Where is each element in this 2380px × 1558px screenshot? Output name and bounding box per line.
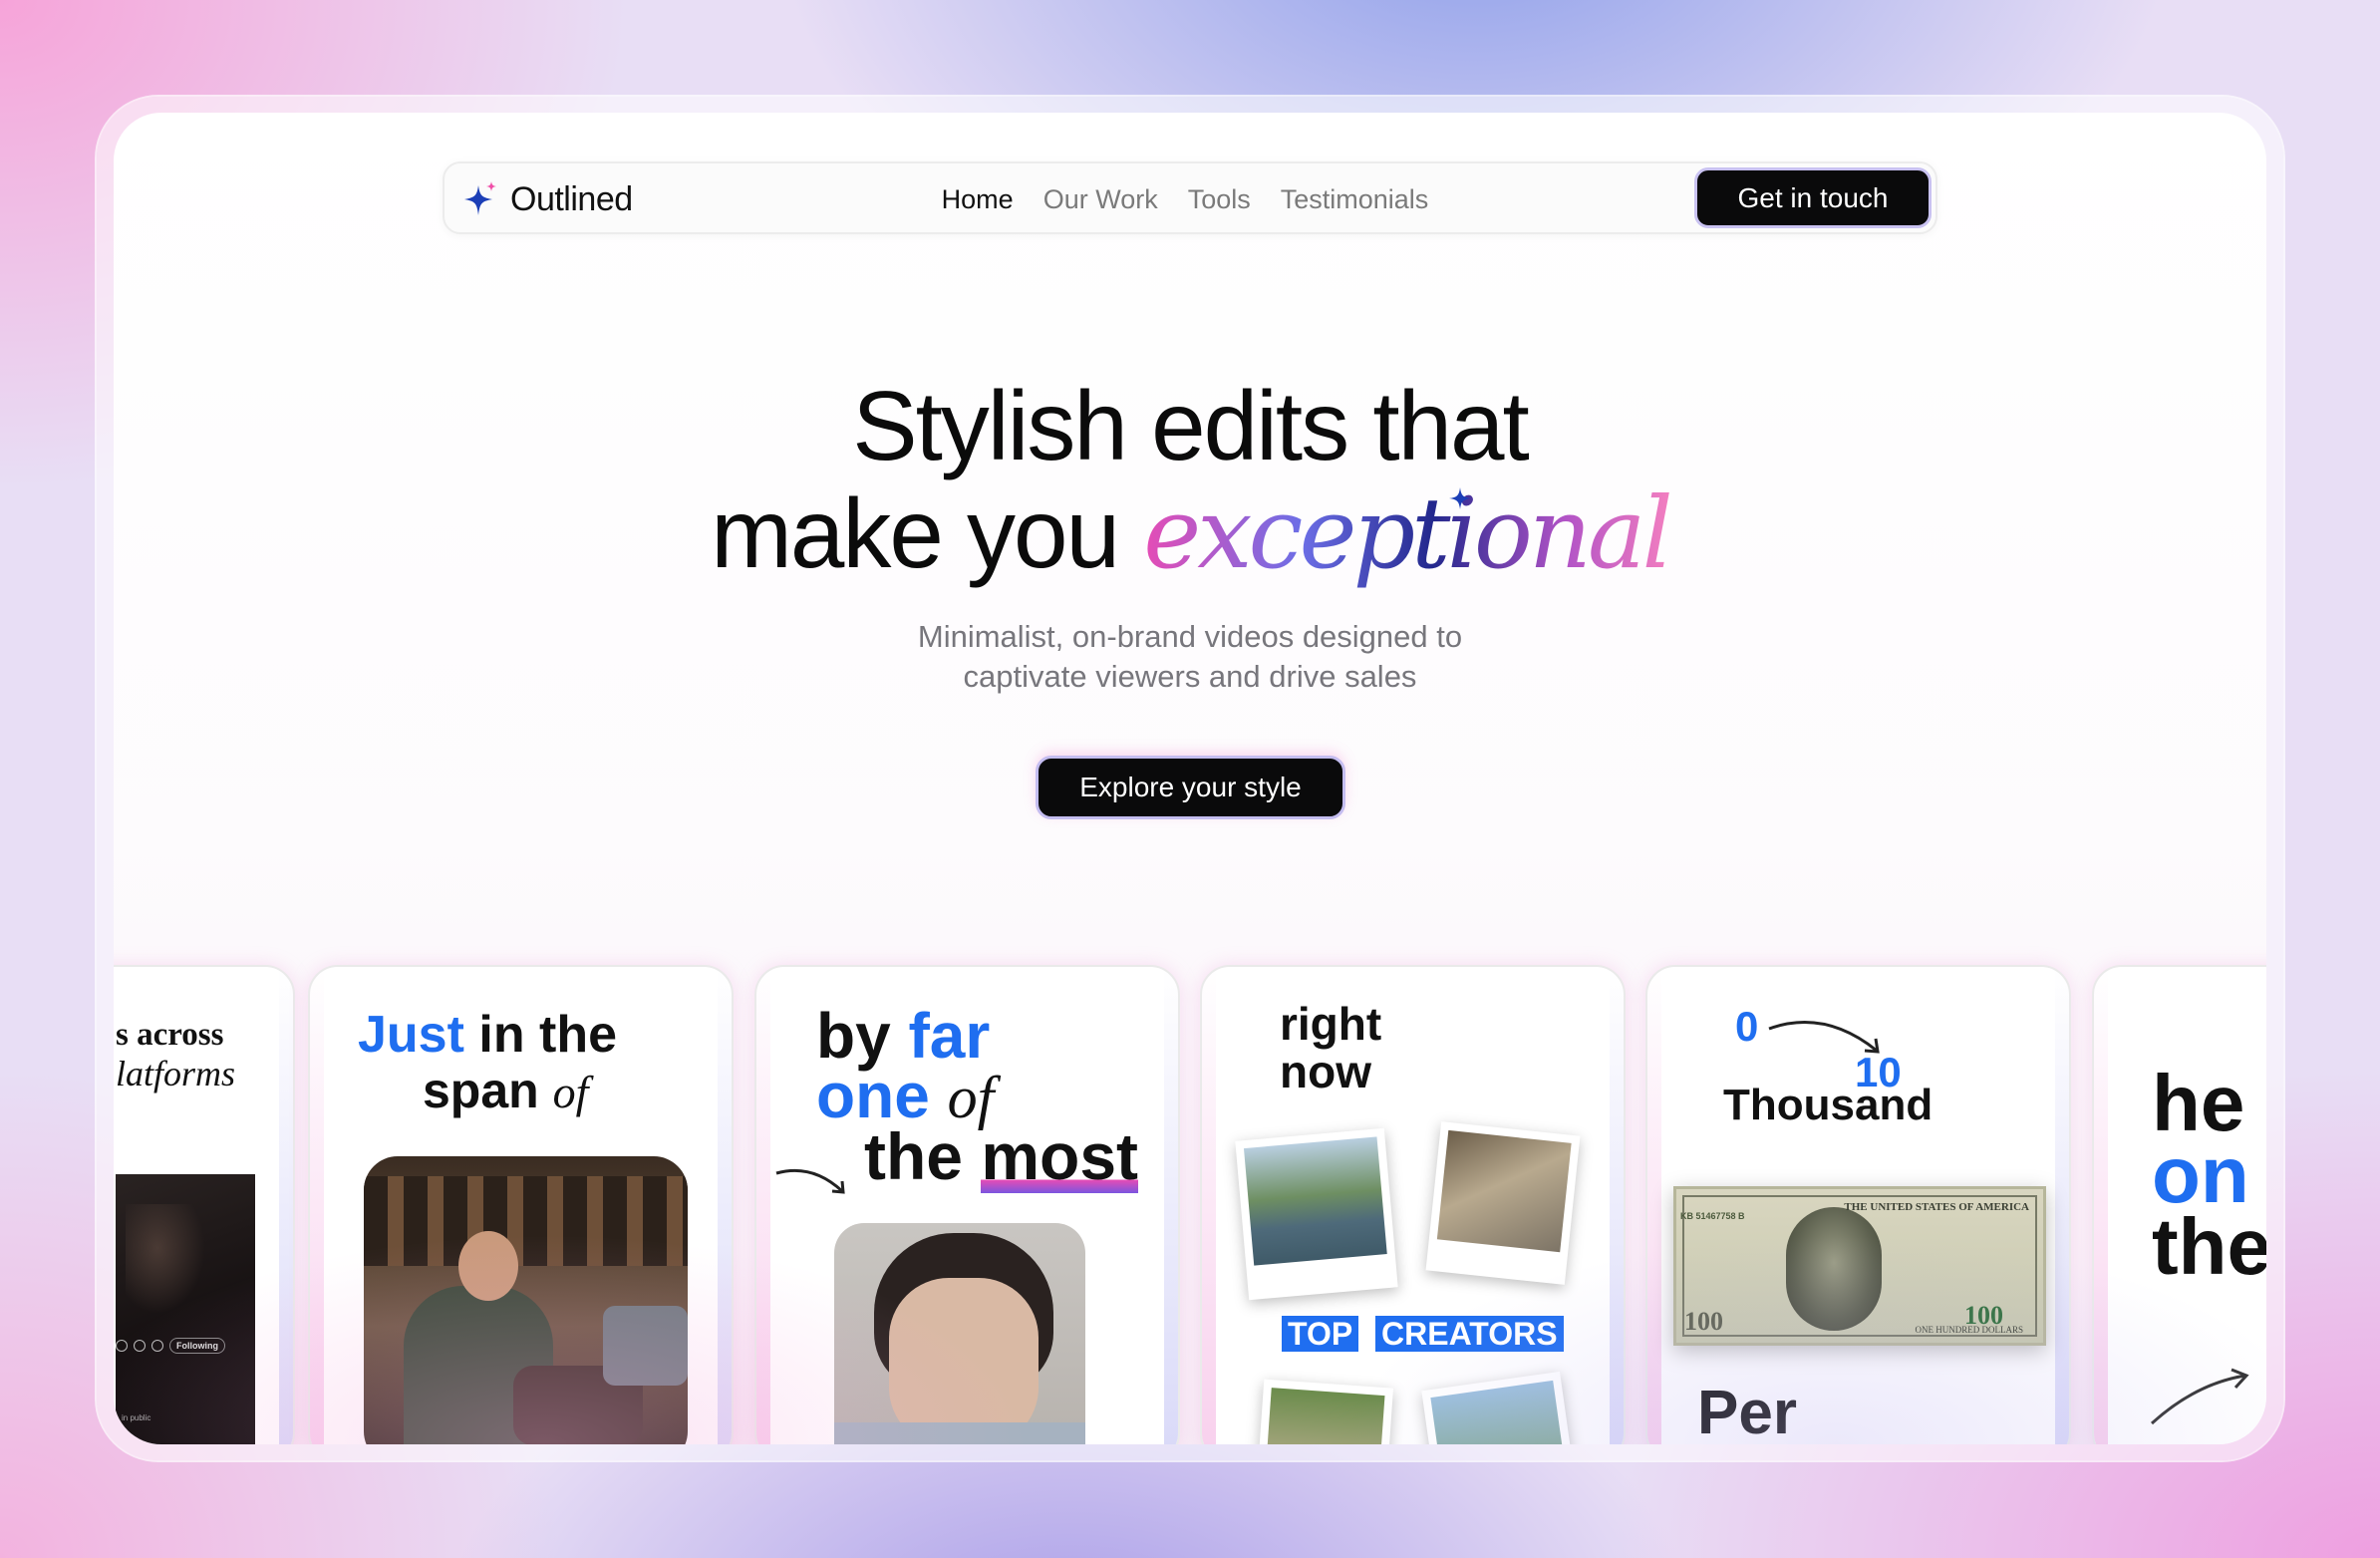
- video-figure: [126, 1204, 205, 1314]
- photo-image: [1430, 1380, 1568, 1444]
- card-caption: on: [2152, 1130, 2249, 1219]
- counter-from: 0: [1735, 1003, 1759, 1050]
- person-face: [889, 1278, 1039, 1444]
- photo-image: [1264, 1388, 1385, 1444]
- person-shirt: [834, 1422, 1085, 1444]
- video-card[interactable]: he on the: [2092, 965, 2266, 1444]
- card-caption: s across: [116, 1017, 224, 1053]
- bill-serial: KB 51467758 B: [1680, 1211, 1745, 1221]
- card-glow: [279, 967, 293, 1444]
- following-chip: Following: [169, 1338, 225, 1354]
- card-caption: he: [2152, 1059, 2245, 1147]
- hero-title-accent: exceptional: [1143, 477, 1672, 591]
- card-caption-word: the: [864, 1119, 963, 1193]
- video-thumbnail: Following in public: [116, 1174, 255, 1444]
- bill-text: ONE HUNDRED DOLLARS: [1915, 1325, 2024, 1335]
- background-person: [603, 1306, 688, 1386]
- card-caption-word: in the: [463, 1006, 618, 1064]
- card-glow: [2055, 967, 2069, 1444]
- card-caption: right: [1280, 998, 1382, 1050]
- card-caption: latforms: [116, 1054, 236, 1093]
- video-card[interactable]: s across latforms Following in public: [114, 965, 295, 1444]
- nav-bar: Outlined Home Our Work Tools Testimonial…: [443, 161, 1937, 234]
- video-card-carousel: s across latforms Following in public Ju…: [114, 965, 2266, 1444]
- card-glow: [1610, 967, 1624, 1444]
- card-caption: the: [2152, 1202, 2266, 1291]
- polaroid-photo: [1235, 1127, 1398, 1301]
- get-in-touch-button[interactable]: Get in touch: [1694, 167, 1932, 228]
- hero-subtitle-line2: captivate viewers and drive sales: [963, 659, 1417, 694]
- video-controls: Following: [116, 1338, 225, 1354]
- hero-subtitle-line1: Minimalist, on-brand videos designed to: [917, 619, 1463, 654]
- card-caption-word: span: [423, 1063, 553, 1118]
- polaroid-photo: [1425, 1121, 1581, 1285]
- photo-image: [1243, 1136, 1387, 1266]
- bookshelf: [364, 1176, 688, 1266]
- polaroid-photo: [1421, 1371, 1577, 1444]
- card-glow: [1647, 967, 1661, 1444]
- hero-title-line2: make you: [711, 478, 1144, 588]
- counter-unit: Thousand: [1723, 1081, 1934, 1129]
- creators-tag: CREATORS: [1375, 1316, 1564, 1352]
- bill-denomination: 100: [1684, 1307, 1723, 1336]
- nav-link-our-work[interactable]: Our Work: [1043, 184, 1158, 215]
- card-glow: [310, 967, 324, 1444]
- video-card[interactable]: 0 10 Thousand KB 51467758 B THE UNITED S…: [1645, 965, 2071, 1444]
- page-viewport: Outlined Home Our Work Tools Testimonial…: [114, 113, 2266, 1444]
- hero-title: Stylish edits that make you exceptional: [114, 372, 2266, 588]
- bill-country: THE UNITED STATES OF AMERICA: [1844, 1201, 2029, 1213]
- sparkle-icon: [1449, 487, 1471, 509]
- card-glow: [1164, 967, 1178, 1444]
- card-caption: Per: [1697, 1379, 1797, 1444]
- video-footer-text: in public: [122, 1413, 151, 1422]
- explore-your-style-button[interactable]: Explore your style: [1036, 756, 1345, 819]
- refresh-icon: [151, 1340, 163, 1352]
- portrait-oval: [1786, 1207, 1882, 1331]
- nav-link-home[interactable]: Home: [942, 184, 1014, 215]
- nav-link-testimonials[interactable]: Testimonials: [1281, 184, 1429, 215]
- video-card[interactable]: Just in the span of: [308, 965, 734, 1444]
- polaroid-photo: [1255, 1379, 1394, 1444]
- top-tag: TOP: [1282, 1316, 1359, 1352]
- card-caption-word: most: [981, 1119, 1139, 1193]
- card-glow: [2094, 967, 2108, 1444]
- video-thumbnail: [364, 1156, 688, 1444]
- hero-subtitle: Minimalist, on-brand videos designed to …: [114, 617, 2266, 697]
- card-glow: [1202, 967, 1216, 1444]
- card-glow: [756, 967, 770, 1444]
- card-caption: the most: [864, 1118, 1139, 1194]
- card-caption: now: [1280, 1046, 1371, 1097]
- card-caption: Just in the: [358, 1005, 617, 1065]
- card-glow: [718, 967, 732, 1444]
- video-card[interactable]: right now TOP CREATORS: [1200, 965, 1626, 1444]
- card-caption-word: Just: [358, 1006, 464, 1064]
- message-icon: [134, 1340, 146, 1352]
- video-card[interactable]: by far one of the most: [754, 965, 1180, 1444]
- card-caption: span of: [423, 1062, 588, 1119]
- search-icon: [116, 1340, 128, 1352]
- card-caption-word: of: [552, 1067, 589, 1117]
- video-thumbnail: [834, 1223, 1085, 1444]
- curved-arrow-icon: [775, 1168, 845, 1194]
- photo-image: [1436, 1129, 1572, 1253]
- nav-link-tools[interactable]: Tools: [1188, 184, 1251, 215]
- hundred-dollar-bill: KB 51467758 B THE UNITED STATES OF AMERI…: [1673, 1186, 2046, 1346]
- person-head: [458, 1231, 518, 1301]
- arrow-up-right-icon: [2150, 1368, 2249, 1425]
- hero-title-line1: Stylish edits that: [852, 371, 1530, 480]
